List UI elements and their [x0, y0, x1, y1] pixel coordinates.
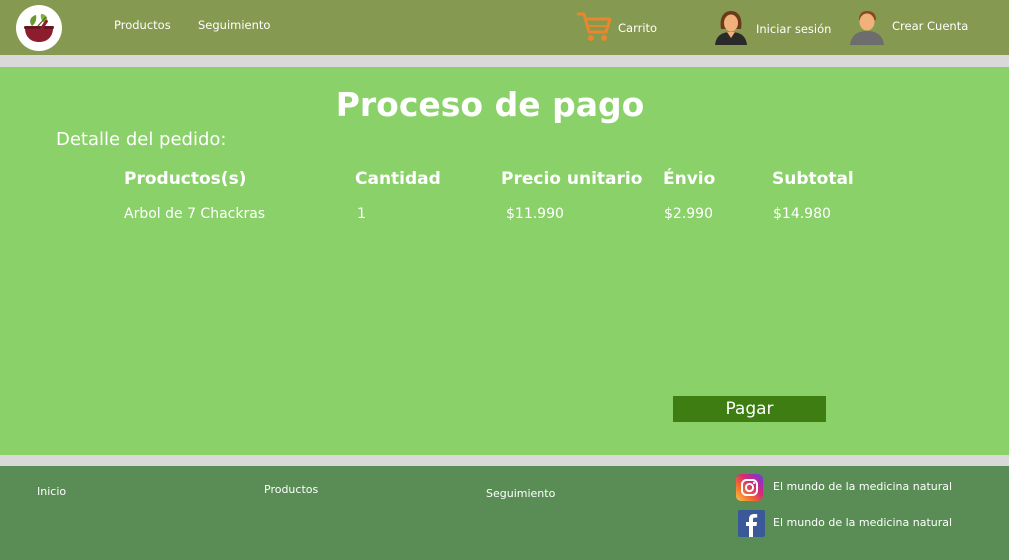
- facebook-link[interactable]: El mundo de la medicina natural: [773, 516, 952, 529]
- separator-top: [0, 55, 1009, 67]
- cart-icon[interactable]: [575, 8, 613, 48]
- col-header-subtotal: Subtotal: [772, 169, 854, 189]
- col-header-quantity: Cantidad: [355, 169, 441, 189]
- separator-bottom: [0, 455, 1009, 466]
- logo[interactable]: [16, 5, 62, 51]
- footer: Inicio Productos Seguimiento El mundo de…: [0, 466, 1009, 560]
- footer-link-inicio[interactable]: Inicio: [37, 485, 66, 498]
- cart-link[interactable]: Carrito: [618, 21, 657, 35]
- footer-link-productos[interactable]: Productos: [264, 483, 318, 496]
- facebook-icon[interactable]: [738, 510, 765, 537]
- login-link[interactable]: Iniciar sesión: [756, 22, 831, 36]
- signup-link[interactable]: Crear Cuenta: [892, 19, 968, 33]
- col-header-shipping: Énvio: [663, 169, 716, 189]
- order-detail-label: Detalle del pedido:: [56, 129, 227, 150]
- nav-seguimiento[interactable]: Seguimiento: [198, 18, 270, 32]
- cell-unit-price: $11.990: [506, 206, 564, 222]
- instagram-link[interactable]: El mundo de la medicina natural: [773, 480, 952, 493]
- nav-productos[interactable]: Productos: [114, 18, 171, 32]
- mortar-herbs-icon: [24, 14, 54, 42]
- cell-quantity: 1: [357, 206, 366, 222]
- cell-subtotal: $14.980: [773, 206, 831, 222]
- checkout-panel: Proceso de pago Detalle del pedido: Prod…: [0, 67, 1009, 455]
- pay-button[interactable]: Pagar: [673, 396, 826, 422]
- top-navbar: Productos Seguimiento Carrito Iniciar se…: [0, 0, 1009, 55]
- man-avatar-icon: [848, 9, 886, 49]
- instagram-icon[interactable]: [736, 474, 763, 501]
- woman-avatar-icon: [712, 9, 750, 49]
- cell-product: Arbol de 7 Chackras: [124, 206, 266, 222]
- footer-link-seguimiento[interactable]: Seguimiento: [486, 487, 555, 500]
- col-header-unit-price: Precio unitario: [501, 169, 643, 189]
- cell-shipping: $2.990: [664, 206, 713, 222]
- page-title: Proceso de pago: [335, 85, 645, 124]
- col-header-products: Productos(s): [124, 169, 247, 189]
